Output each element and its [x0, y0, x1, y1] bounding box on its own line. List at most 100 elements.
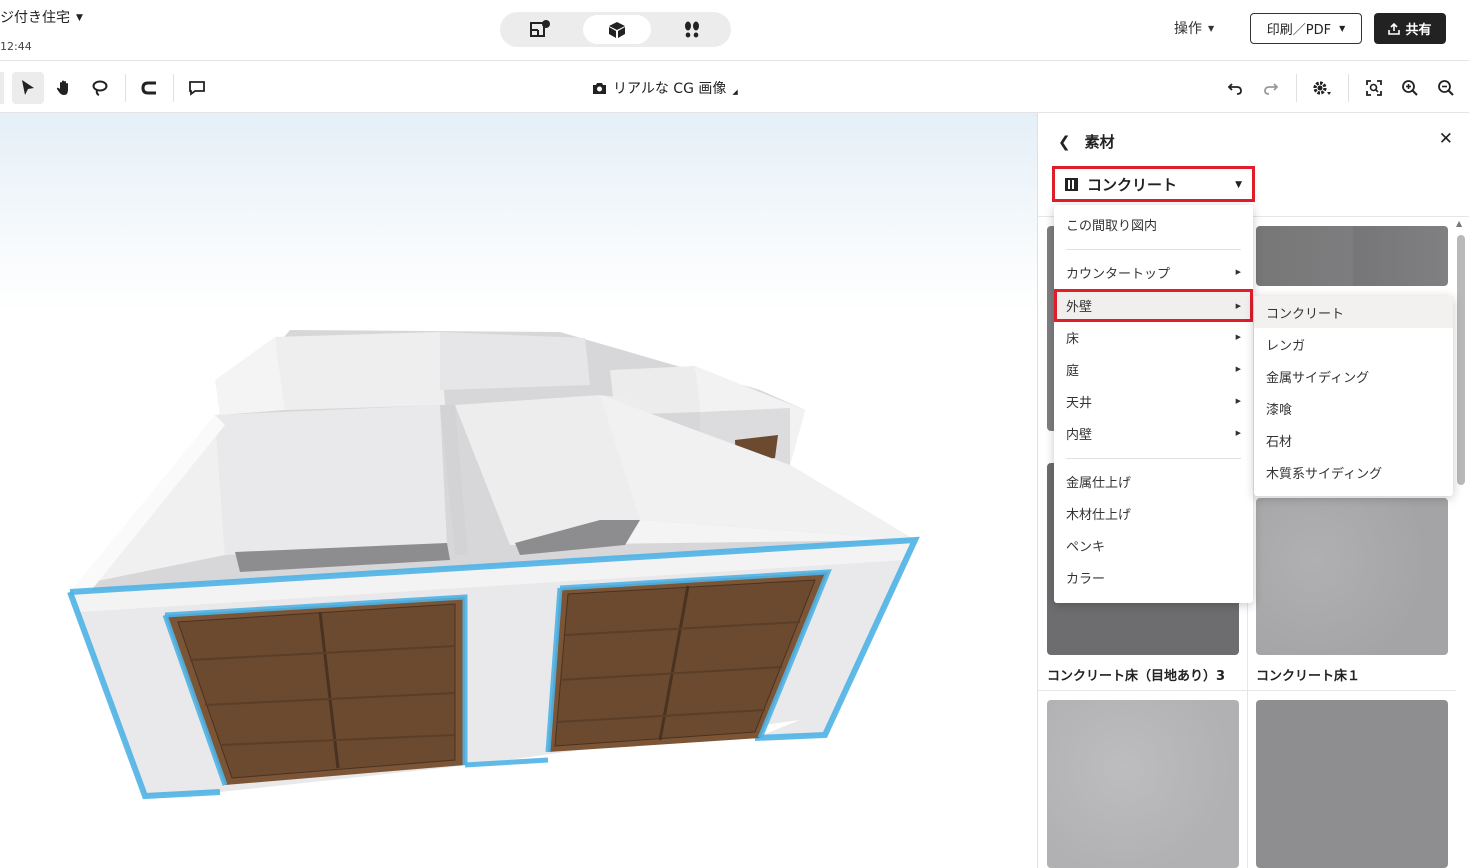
document-title-text: ジ付き住宅 — [0, 10, 70, 26]
menu-item-floor[interactable]: 床 ▶ — [1054, 322, 1253, 352]
share-label: 共有 — [1405, 23, 1432, 38]
house-3d-model[interactable] — [0, 113, 1037, 868]
walkthrough-button[interactable] — [658, 15, 726, 44]
plan-2d-icon — [530, 19, 550, 37]
scroll-up-icon[interactable]: ▲ — [1456, 219, 1462, 228]
magnet-tool-button[interactable] — [133, 72, 165, 104]
menu-item-garden[interactable]: 庭 ▶ — [1054, 354, 1253, 384]
submenu-item-concrete[interactable]: コンクリート — [1254, 296, 1453, 328]
menu-item-label: 内壁 — [1066, 427, 1093, 443]
submenu-item-label: 木質系サイディング — [1266, 466, 1383, 482]
document-title[interactable]: ジ付き住宅 ▼ — [0, 7, 83, 27]
menu-item-countertop[interactable]: カウンタートップ ▶ — [1054, 257, 1253, 287]
menu-item-exterior-wall[interactable]: 外壁 ▶ — [1054, 289, 1253, 322]
menu-item-label: 庭 — [1066, 363, 1080, 379]
menu-item-label: カラー — [1066, 571, 1106, 587]
menu-item-wood-finish[interactable]: 木材仕上げ — [1054, 498, 1253, 528]
redo-icon — [1264, 83, 1279, 95]
submenu-item-label: コンクリート — [1266, 306, 1345, 322]
operations-label: 操作 — [1174, 21, 1202, 37]
menu-item-label: この間取り図内 — [1066, 218, 1158, 234]
material-tile[interactable] — [1047, 700, 1239, 868]
zoom-out-icon — [1438, 80, 1454, 96]
menu-item-color[interactable]: カラー — [1054, 562, 1253, 592]
submenu-item-wood-siding[interactable]: 木質系サイディング — [1254, 456, 1453, 488]
material-tile-concrete-floor-1[interactable] — [1256, 498, 1448, 655]
gear-icon — [1313, 81, 1331, 95]
menu-item-paint[interactable]: ペンキ — [1054, 530, 1253, 560]
camera-icon — [593, 82, 606, 94]
settings-button[interactable] — [1306, 72, 1338, 104]
print-pdf-label: 印刷／PDF — [1266, 23, 1332, 38]
toolbar: リアルな CG 画像 ◢ — [0, 62, 1469, 113]
chevron-right-icon: ▶ — [1235, 365, 1241, 373]
submenu-item-label: 漆喰 — [1266, 402, 1293, 418]
menu-item-ceiling[interactable]: 天井 ▶ — [1054, 386, 1253, 416]
fit-view-button[interactable] — [1358, 72, 1390, 104]
magnet-icon — [141, 81, 156, 95]
material-tile-label: コンクリート床１ — [1256, 669, 1361, 684]
submenu-item-label: 石材 — [1266, 434, 1293, 450]
box-3d-icon — [609, 21, 625, 38]
top-header: ジ付き住宅 ▼ 12:44 操作 ▼ 印刷／PDF ▼ 共有 — [0, 0, 1469, 61]
lasso-tool-button[interactable] — [84, 72, 116, 104]
footsteps-icon — [685, 21, 699, 37]
last-saved-time: 12:44 — [0, 40, 32, 53]
undo-button[interactable] — [1219, 72, 1251, 104]
category-select-value: コンクリート — [1087, 175, 1178, 194]
panel-scrollbar[interactable] — [1457, 235, 1465, 485]
menu-divider — [1066, 458, 1241, 459]
comment-tool-button[interactable] — [181, 72, 213, 104]
panel-title: 素材 — [1084, 133, 1115, 151]
chevron-down-icon: ▼ — [1235, 180, 1242, 190]
menu-item-in-this-plan[interactable]: この間取り図内 — [1054, 209, 1253, 239]
material-book-icon — [1065, 177, 1078, 191]
submenu-item-stone[interactable]: 石材 — [1254, 424, 1453, 456]
chevron-right-icon: ▶ — [1235, 429, 1241, 437]
zoom-in-button[interactable] — [1394, 72, 1426, 104]
submenu-item-label: レンガ — [1266, 338, 1306, 354]
share-button[interactable]: 共有 — [1374, 13, 1446, 44]
chevron-right-icon: ▶ — [1235, 268, 1241, 276]
realistic-cg-button[interactable]: リアルな CG 画像 ◢ — [592, 78, 738, 98]
material-tile-label: コンクリート床（目地あり）3 — [1047, 669, 1226, 684]
view-mode-switch — [500, 12, 731, 47]
menu-item-label: 金属仕上げ — [1066, 475, 1132, 491]
submenu-item-brick[interactable]: レンガ — [1254, 328, 1453, 360]
material-tile[interactable] — [1256, 700, 1448, 868]
fit-view-icon — [1366, 80, 1382, 96]
menu-item-label: 床 — [1066, 331, 1080, 347]
zoom-in-icon — [1402, 80, 1418, 96]
print-pdf-button[interactable]: 印刷／PDF ▼ — [1250, 13, 1362, 44]
close-icon[interactable]: ✕ — [1439, 129, 1453, 149]
chevron-down-icon: ▼ — [1208, 24, 1215, 33]
material-tile[interactable] — [1256, 226, 1448, 286]
toolbar-divider — [125, 74, 126, 102]
operations-menu[interactable]: 操作 ▼ — [1174, 18, 1214, 38]
pan-tool-button[interactable] — [48, 72, 80, 104]
realistic-cg-label: リアルな CG 画像 — [613, 81, 727, 97]
zoom-out-button[interactable] — [1430, 72, 1462, 104]
back-icon[interactable]: ❮ — [1058, 133, 1071, 151]
comment-icon — [189, 81, 205, 96]
menu-item-metal-finish[interactable]: 金属仕上げ — [1054, 466, 1253, 496]
view-2d-button[interactable] — [506, 15, 574, 44]
menu-item-label: 外壁 — [1066, 300, 1093, 315]
submenu-item-metal-siding[interactable]: 金属サイディング — [1254, 360, 1453, 392]
toolbar-divider — [1348, 74, 1349, 102]
menu-divider — [1066, 249, 1241, 250]
cursor-arrow-icon — [22, 80, 34, 95]
menu-item-interior-wall[interactable]: 内壁 ▶ — [1054, 418, 1253, 448]
view-3d-button[interactable] — [583, 15, 651, 44]
toolbar-edge — [0, 72, 4, 104]
submenu-item-label: 金属サイディング — [1266, 370, 1370, 386]
submenu-item-plaster[interactable]: 漆喰 — [1254, 392, 1453, 424]
3d-viewport[interactable] — [0, 113, 1037, 868]
redo-button[interactable] — [1255, 72, 1287, 104]
category-select[interactable]: コンクリート ▼ — [1052, 166, 1255, 202]
select-tool-button[interactable] — [12, 72, 44, 104]
chevron-right-icon: ▶ — [1235, 301, 1241, 310]
chevron-down-icon: ▼ — [1339, 24, 1346, 33]
hand-icon — [56, 80, 68, 95]
chevron-right-icon: ▶ — [1235, 397, 1241, 405]
